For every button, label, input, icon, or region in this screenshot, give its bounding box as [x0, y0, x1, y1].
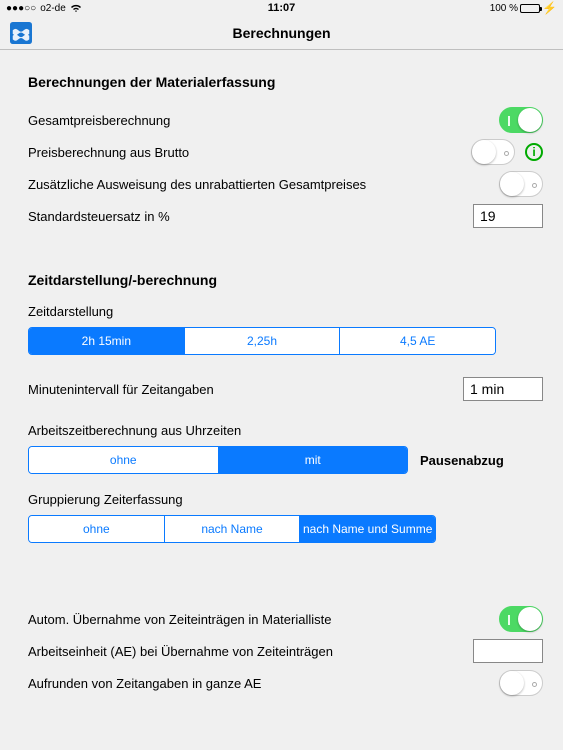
- label-steuersatz: Standardsteuersatz in %: [28, 209, 453, 224]
- row-gesamtpreis: Gesamtpreisberechnung: [28, 104, 543, 136]
- label-gruppierung: Gruppierung Zeiterfassung: [28, 492, 543, 507]
- row-aufrunden: Aufrunden von Zeitangaben in ganze AE: [28, 667, 543, 699]
- section-time-title: Zeitdarstellung/-berechnung: [28, 272, 543, 288]
- label-intervall: Minutenintervall für Zeitangaben: [28, 382, 453, 397]
- nav-header: Berechnungen: [0, 16, 563, 50]
- label-zeitdarstellung: Zeitdarstellung: [28, 304, 543, 319]
- label-aufrunden: Aufrunden von Zeitangaben in ganze AE: [28, 676, 453, 691]
- status-time: 11:07: [268, 2, 296, 14]
- seg-gruppierung-name[interactable]: nach Name: [165, 516, 301, 542]
- toggle-brutto[interactable]: [471, 139, 515, 165]
- label-gesamtpreis: Gesamtpreisberechnung: [28, 113, 453, 128]
- label-brutto: Preisberechnung aus Brutto: [28, 145, 453, 160]
- row-auto-uebernahme: Autom. Übernahme von Zeiteinträgen in Ma…: [28, 603, 543, 635]
- seg-zeitdarstellung: 2h 15min 2,25h 4,5 AE: [28, 327, 496, 355]
- seg-arbeitszeit-mit[interactable]: mit: [219, 447, 408, 473]
- input-steuersatz[interactable]: [473, 204, 543, 228]
- seg-zeitdarstellung-opt3[interactable]: 4,5 AE: [340, 328, 495, 354]
- seg-zeitdarstellung-opt1[interactable]: 2h 15min: [29, 328, 185, 354]
- toggle-unrabattiert[interactable]: [499, 171, 543, 197]
- row-ae-uebernahme: Arbeitseinheit (AE) bei Übernahme von Ze…: [28, 635, 543, 667]
- label-ae-uebernahme: Arbeitseinheit (AE) bei Übernahme von Ze…: [28, 644, 453, 659]
- seg-gruppierung: ohne nach Name nach Name und Summe: [28, 515, 436, 543]
- wifi-icon: [70, 4, 82, 13]
- row-unrabattiert: Zusätzliche Ausweisung des unrabattierte…: [28, 168, 543, 200]
- toggle-auto-uebernahme[interactable]: [499, 606, 543, 632]
- row-steuersatz: Standardsteuersatz in %: [28, 200, 543, 232]
- battery-icon: [520, 4, 540, 13]
- seg-gruppierung-ohne[interactable]: ohne: [29, 516, 165, 542]
- status-bar: ●●●○○ o2-de 11:07 100 % ⚡: [0, 0, 563, 16]
- battery-percent: 100 %: [490, 3, 518, 14]
- section-materials-title: Berechnungen der Materialerfassung: [28, 74, 543, 90]
- input-ae[interactable]: [473, 639, 543, 663]
- seg-gruppierung-name-summe[interactable]: nach Name und Summe: [300, 516, 435, 542]
- toggle-gesamtpreis[interactable]: [499, 107, 543, 133]
- seg-arbeitszeit: ohne mit: [28, 446, 408, 474]
- seg-arbeitszeit-ohne[interactable]: ohne: [29, 447, 219, 473]
- seg-zeitdarstellung-opt2[interactable]: 2,25h: [185, 328, 341, 354]
- row-brutto: Preisberechnung aus Brutto i: [28, 136, 543, 168]
- toggle-aufrunden[interactable]: [499, 670, 543, 696]
- row-intervall: Minutenintervall für Zeitangaben: [28, 373, 543, 405]
- label-arbeitszeit: Arbeitszeitberechnung aus Uhrzeiten: [28, 423, 543, 438]
- signal-dots: ●●●○○: [6, 3, 36, 14]
- charging-icon: ⚡: [542, 4, 557, 13]
- status-left: ●●●○○ o2-de: [6, 3, 82, 14]
- app-logo-icon: [10, 22, 32, 44]
- info-icon[interactable]: i: [525, 143, 543, 161]
- label-auto-uebernahme: Autom. Übernahme von Zeiteinträgen in Ma…: [28, 612, 453, 627]
- carrier-label: o2-de: [40, 3, 66, 14]
- status-right: 100 % ⚡: [490, 3, 557, 14]
- page-title: Berechnungen: [232, 25, 330, 41]
- label-pausenabzug: Pausenabzug: [420, 453, 504, 468]
- label-unrabattiert: Zusätzliche Ausweisung des unrabattierte…: [28, 177, 453, 192]
- input-intervall[interactable]: [463, 377, 543, 401]
